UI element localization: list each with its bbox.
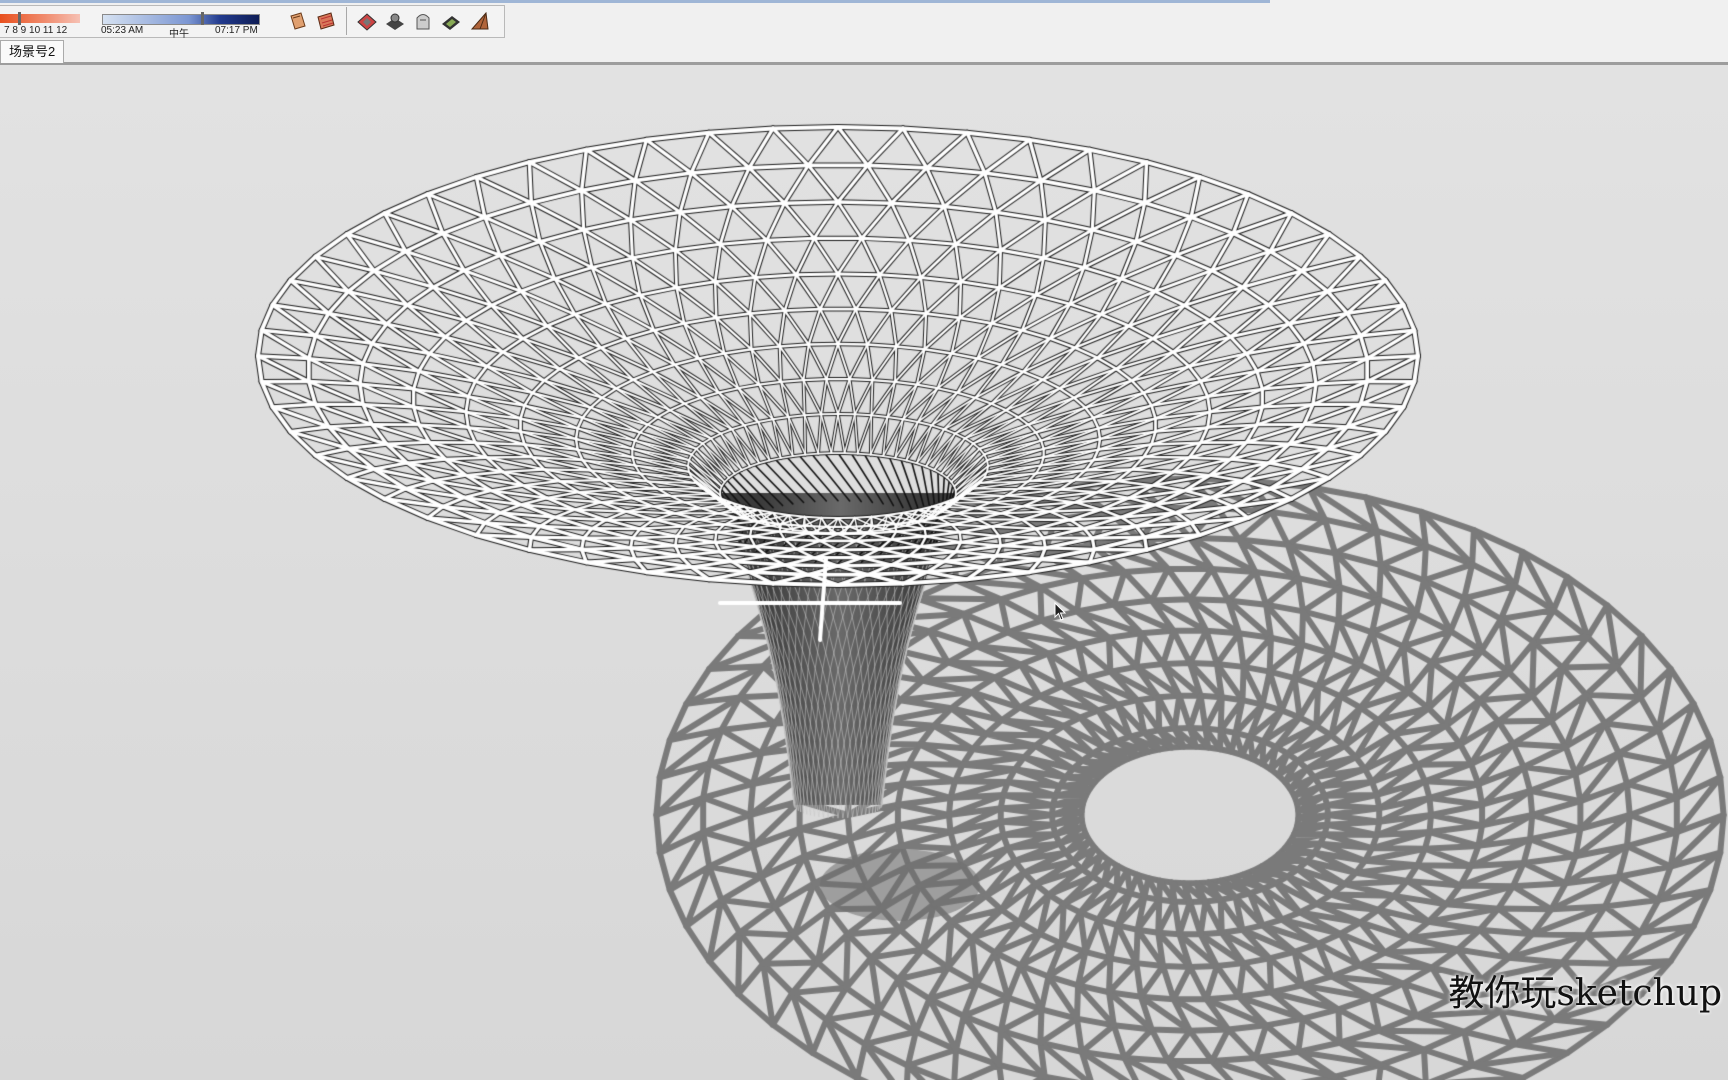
month-slider[interactable]	[0, 14, 80, 23]
time-end-label: 07:17 PM	[215, 25, 258, 36]
hyperboloid-lattice-model[interactable]	[0, 65, 1728, 1080]
month-slider-thumb[interactable]	[18, 12, 21, 25]
toolbar: 7 8 9 10 11 12 05:23 AM 中午 07:17 PM	[0, 0, 1728, 40]
section-toolbar	[284, 6, 493, 36]
window-top-border	[0, 0, 1270, 3]
toolbar-separator	[346, 7, 347, 35]
watermark: 教你玩sketchup	[1448, 973, 1722, 1014]
time-slider-thumb[interactable]	[201, 12, 204, 25]
sandbox-from-scratch-icon[interactable]	[383, 9, 407, 33]
time-slider[interactable]	[102, 14, 260, 25]
display-section-plane-icon[interactable]	[314, 9, 338, 33]
mouse-cursor-icon	[1054, 602, 1067, 621]
smoove-icon[interactable]	[411, 9, 435, 33]
scene-tab[interactable]: 场景号2	[0, 40, 65, 63]
drape-icon[interactable]	[467, 9, 491, 33]
sandbox-from-contours-icon[interactable]	[355, 9, 379, 33]
stamp-icon[interactable]	[439, 9, 463, 33]
month-labels: 7 8 9 10 11 12	[4, 25, 68, 36]
scene-tabs-bar: 场景号2	[0, 38, 1728, 65]
section-plane-icon[interactable]	[286, 9, 310, 33]
model-viewport[interactable]: 教你玩sketchup	[0, 65, 1728, 1080]
time-start-label: 05:23 AM	[101, 25, 144, 36]
